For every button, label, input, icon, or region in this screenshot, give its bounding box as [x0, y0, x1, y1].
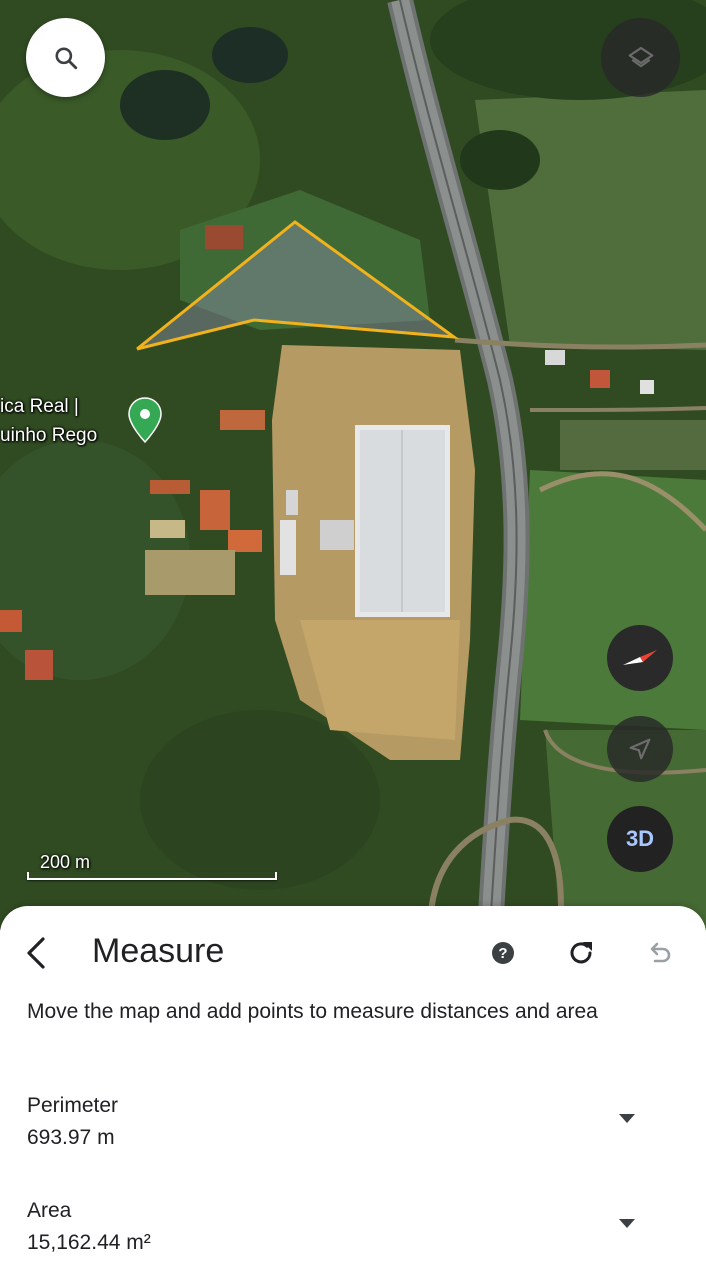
- sheet-title: Measure: [92, 932, 225, 970]
- redo-icon: [570, 942, 592, 964]
- perimeter-label: Perimeter: [27, 1094, 119, 1117]
- layers-icon: [628, 46, 653, 67]
- undo-button[interactable]: [638, 932, 680, 974]
- area-label: Area: [27, 1199, 72, 1222]
- perimeter-row[interactable]: Perimeter 693.97 m: [0, 1094, 706, 1164]
- place-label-line2[interactable]: uinho Rego: [0, 425, 97, 447]
- redo-button[interactable]: [560, 932, 602, 974]
- three-d-button[interactable]: 3D: [607, 806, 673, 872]
- caret-down-icon[interactable]: [618, 1217, 636, 1229]
- back-button[interactable]: [14, 930, 60, 976]
- help-icon: ?: [492, 942, 514, 964]
- help-button[interactable]: ?: [484, 934, 522, 972]
- svg-text:?: ?: [498, 945, 507, 962]
- satellite-map[interactable]: ica Real | uinho Rego 3D 200 m: [0, 0, 706, 930]
- area-row[interactable]: Area 15,162.44 m²: [0, 1199, 706, 1269]
- search-button[interactable]: [26, 18, 105, 97]
- compass-icon: [623, 650, 657, 665]
- scale-bar: 200 m: [27, 852, 277, 880]
- search-icon: [54, 46, 77, 69]
- place-label-line1[interactable]: ica Real |: [0, 396, 79, 418]
- measure-sheet: Measure ? Move the map and add points to…: [0, 906, 706, 1280]
- layers-button[interactable]: [601, 18, 680, 97]
- satellite-imagery: [0, 0, 706, 930]
- compass-button[interactable]: [607, 625, 673, 691]
- navigation-arrow-icon: [629, 738, 651, 760]
- instructions-text: Move the map and add points to measure d…: [27, 1000, 598, 1023]
- perimeter-value: 693.97 m: [27, 1126, 115, 1149]
- undo-icon: [650, 942, 671, 963]
- caret-down-icon[interactable]: [618, 1112, 636, 1124]
- area-value: 15,162.44 m²: [27, 1231, 151, 1254]
- sheet-header: Measure ?: [0, 924, 706, 984]
- my-location-button[interactable]: [607, 716, 673, 782]
- scale-label: 200 m: [40, 852, 91, 872]
- chevron-left-icon: [27, 937, 45, 969]
- scale-ruler: [27, 872, 277, 880]
